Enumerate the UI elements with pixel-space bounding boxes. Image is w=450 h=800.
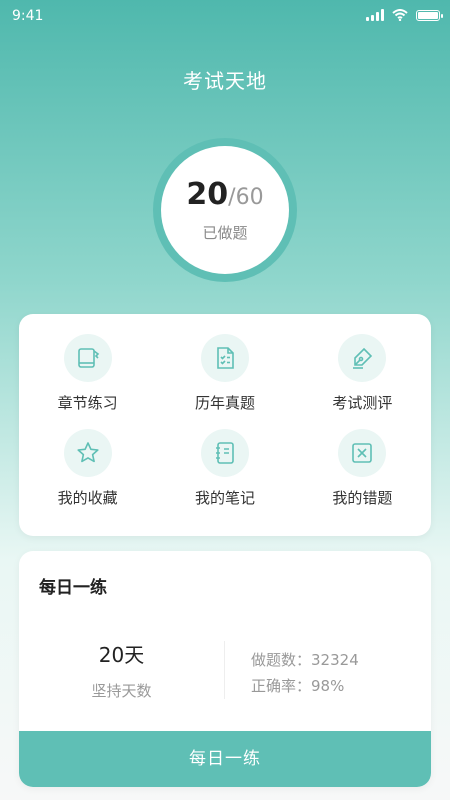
progress-done: 20 — [186, 177, 229, 212]
menu-item-chapter-practice[interactable]: 章节练习 — [19, 334, 156, 429]
menu-label: 我的收藏 — [57, 489, 118, 507]
menu-label: 章节练习 — [57, 394, 118, 412]
wifi-icon — [392, 9, 408, 21]
menu-label: 我的笔记 — [194, 489, 255, 507]
accuracy-row: 正确率：98% — [251, 673, 359, 699]
accuracy-value: 98% — [311, 677, 345, 695]
menu-item-favorites[interactable]: 我的收藏 — [19, 429, 156, 524]
daily-practice-card: 每日一练 20天 坚持天数 做题数：32324 正确率：98% 每日一练 — [19, 551, 431, 787]
streak-value: 20天 — [98, 643, 145, 667]
cellular-signal-icon — [366, 9, 384, 21]
battery-icon — [416, 9, 443, 21]
answered-value: 32324 — [311, 651, 359, 669]
progress-inner: 20/60 已做题 — [161, 146, 289, 274]
checklist-icon — [200, 334, 249, 382]
answered-label: 做题数： — [251, 651, 312, 669]
book-icon — [63, 334, 112, 382]
menu-item-past-exams[interactable]: 历年真题 — [156, 334, 293, 429]
streak-block: 20天 坚持天数 — [19, 639, 224, 701]
menu-item-exam-assessment[interactable]: 考试测评 — [294, 334, 431, 429]
menu-item-notes[interactable]: 我的笔记 — [156, 429, 293, 524]
progress-total: 60 — [235, 185, 264, 210]
page-title: 考试天地 — [183, 69, 267, 93]
menu-grid: 章节练习 历年真题 考试测评 我的收藏 我的笔记 我的错题 — [19, 314, 431, 536]
menu-card: 章节练习 历年真题 考试测评 我的收藏 我的笔记 我的错题 — [19, 314, 431, 536]
streak-label: 坚持天数 — [91, 682, 152, 700]
progress-label: 已做题 — [202, 224, 248, 242]
menu-label: 历年真题 — [194, 394, 255, 412]
progress-separator: / — [228, 185, 236, 210]
divider — [224, 641, 225, 699]
answered-row: 做题数：32324 — [251, 647, 359, 673]
daily-practice-button[interactable]: 每日一练 — [19, 731, 431, 787]
pen-icon — [338, 334, 387, 382]
star-icon — [63, 429, 112, 477]
accuracy-label: 正确率： — [251, 677, 312, 695]
daily-card-title: 每日一练 — [39, 578, 107, 598]
status-time: 9:41 — [12, 8, 44, 24]
status-icons — [366, 9, 443, 21]
x-box-icon — [338, 429, 387, 477]
menu-label: 考试测评 — [332, 394, 393, 412]
menu-item-mistakes[interactable]: 我的错题 — [294, 429, 431, 524]
progress-count: 20/60 — [186, 177, 263, 216]
status-bar: 9:41 — [0, 0, 450, 34]
progress-ring: 20/60 已做题 — [153, 138, 297, 282]
stats-block: 做题数：32324 正确率：98% — [251, 647, 359, 699]
menu-label: 我的错题 — [332, 489, 393, 507]
notebook-icon — [200, 429, 249, 477]
